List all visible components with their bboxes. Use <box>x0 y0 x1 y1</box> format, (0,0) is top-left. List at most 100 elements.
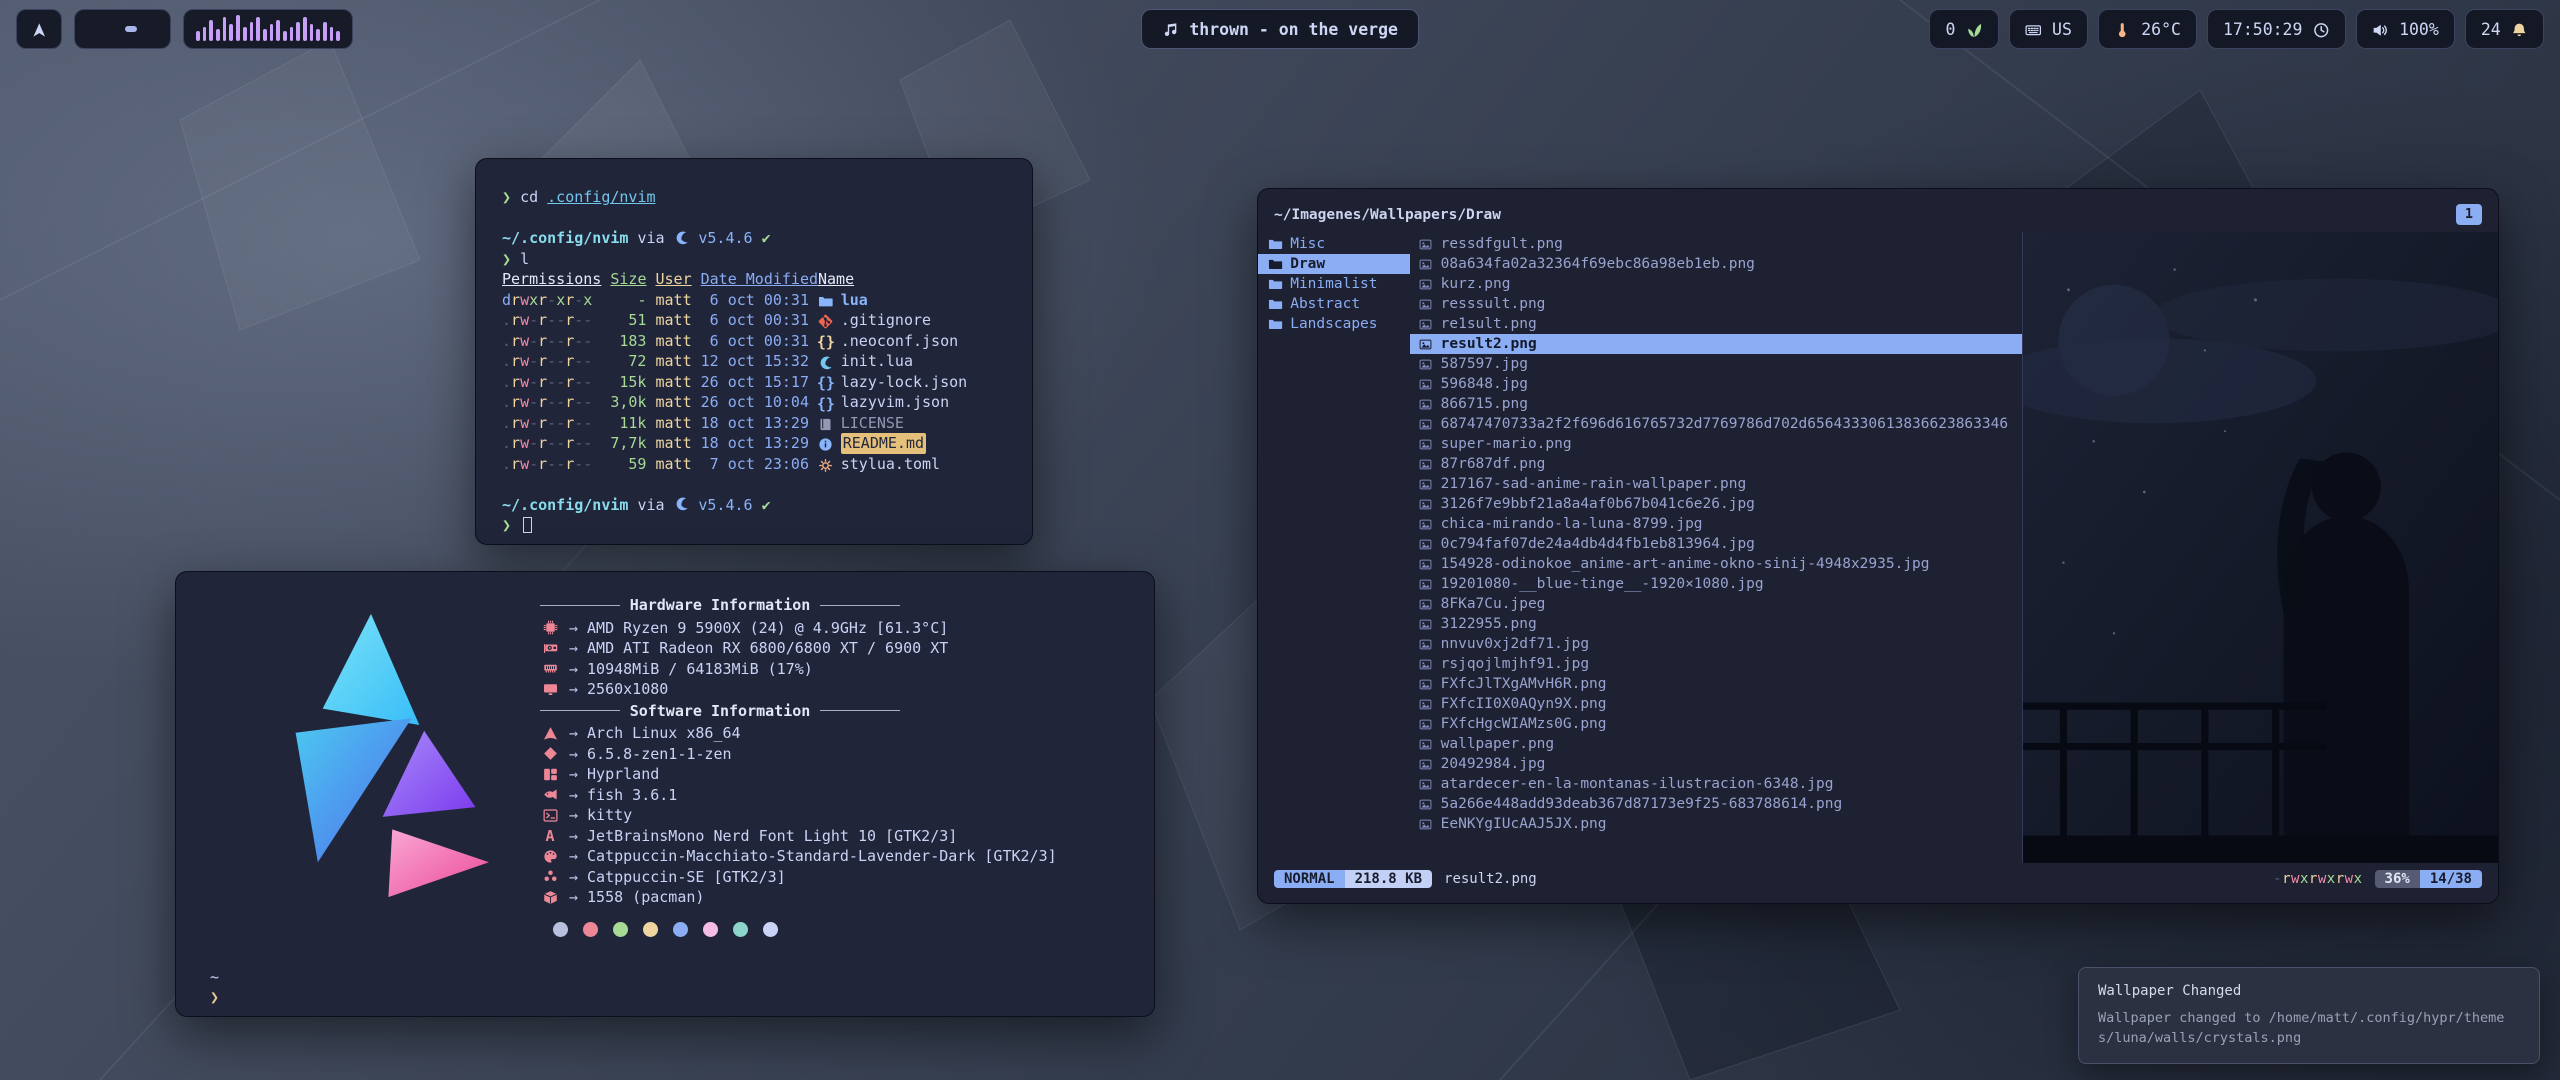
fetch-prompt[interactable]: ~ ❯ <box>206 967 1124 1008</box>
temperature-value: 26°C <box>2141 20 2181 39</box>
fetch-line: →Catppuccin-Macchiato-Standard-Lavender-… <box>540 846 1124 867</box>
file-item[interactable]: FXfcHgcWIAMzs0G.png <box>1410 714 2022 734</box>
file-item[interactable]: chica-mirando-la-luna-8799.jpg <box>1410 514 2022 534</box>
sidebar-folder-minimalist[interactable]: Minimalist <box>1258 274 1410 294</box>
sidebar-folder-abstract[interactable]: Abstract <box>1258 294 1410 314</box>
scroll-percent-badge: 36% <box>2375 870 2420 888</box>
software-lines: →Arch Linux x86_64→6.5.8-zen1-1-zen→Hypr… <box>540 723 1124 908</box>
terminal-window-nvim[interactable]: ❯ cd .config/nvim ~/.config/nvim via v5.… <box>475 158 1033 545</box>
tab-badge[interactable]: 1 <box>2456 204 2482 225</box>
image-icon <box>1419 718 1433 731</box>
command-text: l <box>520 250 529 268</box>
file-item[interactable]: result2.png <box>1410 334 2022 354</box>
file-item[interactable]: 20492984.jpg <box>1410 754 2022 774</box>
updates-module[interactable]: 0 <box>1929 9 1998 49</box>
ls-row: .rw-r--r--183matt 6 oct 00:31{}.neoconf.… <box>502 331 1006 352</box>
image-icon <box>1419 578 1433 591</box>
updates-icon <box>1965 22 1982 39</box>
image-icon <box>1419 298 1433 311</box>
command-text: cd <box>520 188 538 206</box>
fetch-line: →Arch Linux x86_64 <box>540 723 1124 744</box>
file-item[interactable]: re1sult.png <box>1410 314 2022 334</box>
cwd-path: ~/.config/nvim <box>502 229 628 247</box>
lua-version: v5.4.6 <box>698 496 752 514</box>
file-item[interactable]: FXfcII0X0AQyn9X.png <box>1410 694 2022 714</box>
volume-value: 100% <box>2399 20 2439 39</box>
file-item[interactable]: rsjqojlmjhf91.jpg <box>1410 654 2022 674</box>
arch-crystal-logo <box>226 606 516 902</box>
fetch-line: →2560x1080 <box>540 679 1124 700</box>
fetch-line: →6.5.8-zen1-1-zen <box>540 744 1124 765</box>
arch-log <box>206 594 536 908</box>
terminal-window-fetch[interactable]: Hardware Information →AMD Ryzen 9 5900X … <box>175 571 1155 1017</box>
media-player-module[interactable]: thrown - on the verge <box>1141 9 1419 49</box>
image-icon <box>1419 238 1433 251</box>
notification-title: Wallpaper Changed <box>2098 983 2520 999</box>
prompt-path-line: ~/.config/nvim via v5.4.6 ✔ <box>502 495 1006 516</box>
ls-row: drwxr-xr-x-matt 6 oct 00:31lua <box>502 290 1006 311</box>
file-item[interactable]: 87r687df.png <box>1410 454 2022 474</box>
image-icon <box>1419 518 1433 531</box>
shell-command-line: ❯ cd .config/nvim <box>502 187 1006 208</box>
file-item[interactable]: 3126f7e9bbf21a8a4af0b67b041c6e26.jpg <box>1410 494 2022 514</box>
ls-row: .rw-r--r--59matt 7 oct 23:06stylua.toml <box>502 454 1006 475</box>
gear-icon <box>818 458 834 473</box>
image-icon <box>1419 638 1433 651</box>
volume-module[interactable]: 100% <box>2356 9 2455 49</box>
prompt-symbol: ❯ <box>502 516 511 534</box>
notifications-module[interactable]: 24 <box>2465 9 2544 49</box>
workspace-folder[interactable] <box>125 26 137 32</box>
file-item[interactable]: nnvuv0xj2df71.jpg <box>1410 634 2022 654</box>
image-icon <box>1419 678 1433 691</box>
file-item[interactable]: FXfcJlTXgAMvH6R.png <box>1410 674 2022 694</box>
file-item[interactable]: 866715.png <box>1410 394 2022 414</box>
font-icon: A <box>540 828 560 843</box>
shell-prompt-line[interactable]: ❯ <box>502 515 1006 536</box>
software-section-header: Software Information <box>540 701 900 722</box>
file-item[interactable]: 0c794faf07de24a4db4d4fb1eb813964.jpg <box>1410 534 2022 554</box>
file-item[interactable]: 587597.jpg <box>1410 354 2022 374</box>
breadcrumb-path: ~/Imagenes/Wallpapers/Draw <box>1274 207 1501 223</box>
file-item[interactable]: resssult.png <box>1410 294 2022 314</box>
file-item[interactable]: super-mario.png <box>1410 434 2022 454</box>
file-item[interactable]: ressdfgult.png <box>1410 234 2022 254</box>
file-item[interactable]: kurz.png <box>1410 274 2022 294</box>
sidebar-folder-misc[interactable]: Misc <box>1258 234 1410 254</box>
sidebar-folder-landscapes[interactable]: Landscapes <box>1258 314 1410 334</box>
clock-module[interactable]: 17:50:29 <box>2207 9 2346 49</box>
arch-icon <box>540 726 560 741</box>
folder-icon <box>1268 317 1283 332</box>
display-icon <box>540 682 560 697</box>
fetch-line: →10948MiB / 64183MiB (17%) <box>540 659 1124 680</box>
keyboard-icon <box>2025 22 2042 39</box>
file-item[interactable]: wallpaper.png <box>1410 734 2022 754</box>
file-item[interactable]: 68747470733a2f2f696d616765732d7769786d70… <box>1410 414 2022 434</box>
prompt-path-line: ~/.config/nvim via v5.4.6 ✔ <box>502 228 1006 249</box>
palette-dot <box>643 922 658 937</box>
file-item[interactable]: 8FKa7Cu.jpeg <box>1410 594 2022 614</box>
keyboard-layout-module[interactable]: US <box>2009 9 2088 49</box>
file-item[interactable]: EeNKYgIUcAAJ5JX.png <box>1410 814 2022 834</box>
image-icon <box>1419 818 1433 831</box>
notification-body: Wallpaper changed to /home/matt/.config/… <box>2098 1008 2520 1049</box>
sidebar-folder-draw[interactable]: Draw <box>1258 254 1410 274</box>
image-icon <box>1419 278 1433 291</box>
palette-dot <box>583 922 598 937</box>
notifications-value: 24 <box>2481 20 2501 39</box>
notification-popup[interactable]: Wallpaper Changed Wallpaper changed to /… <box>2078 967 2540 1065</box>
file-item[interactable]: 5a266e448add93deab367d87173e9f25-6837886… <box>1410 794 2022 814</box>
file-item[interactable]: 19201080-__blue-tinge__-1920×1080.jpg <box>1410 574 2022 594</box>
temperature-module[interactable]: 26°C <box>2098 9 2197 49</box>
image-icon <box>1419 498 1433 511</box>
file-item[interactable]: atardecer-en-la-montanas-ilustracion-634… <box>1410 774 2022 794</box>
file-item[interactable]: 217167-sad-anime-rain-wallpaper.png <box>1410 474 2022 494</box>
file-item[interactable]: 3122955.png <box>1410 614 2022 634</box>
status-bar: thrown - on the verge 0 US 26°C 17:50:29 100… <box>0 0 2560 58</box>
file-manager-window[interactable]: ~/Imagenes/Wallpapers/Draw 1 MiscDrawMin… <box>1257 188 2499 904</box>
file-item[interactable]: 596848.jpg <box>1410 374 2022 394</box>
app-launcher-button[interactable] <box>16 9 62 49</box>
prompt-symbol: ❯ <box>502 188 511 206</box>
hardware-section-header: Hardware Information <box>540 595 900 616</box>
file-item[interactable]: 08a634fa02a32364f69ebc86a98eb1eb.png <box>1410 254 2022 274</box>
file-item[interactable]: 154928-odinokoe_anime-art-anime-okno-sin… <box>1410 554 2022 574</box>
